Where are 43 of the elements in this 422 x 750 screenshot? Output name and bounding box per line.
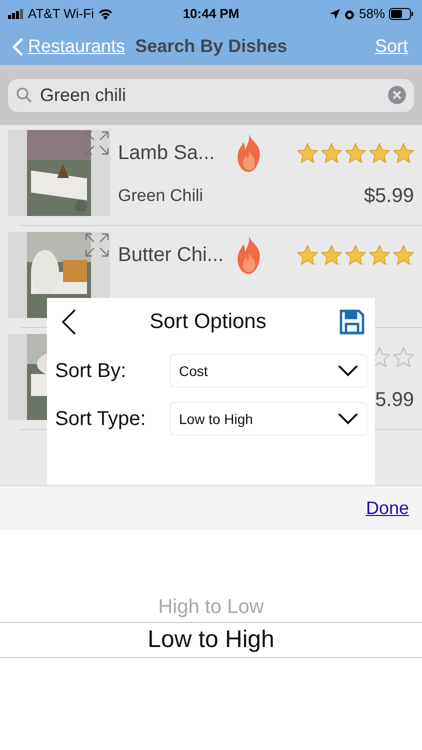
star-icon xyxy=(345,143,366,163)
back-chevron-icon xyxy=(12,36,24,56)
search-text: Green chili xyxy=(40,84,126,106)
location-icon xyxy=(330,9,340,19)
star-icon xyxy=(321,245,342,265)
picker-option[interactable]: Low to High xyxy=(0,622,422,658)
dish-name: Lamb Sa... xyxy=(118,141,216,166)
expand-icon[interactable] xyxy=(84,130,110,156)
back-chevron-icon[interactable] xyxy=(61,308,77,336)
star-icon xyxy=(345,245,366,265)
signal-icon xyxy=(8,9,24,19)
clock-text: 10:44 PM xyxy=(182,5,240,24)
dropdown-select[interactable]: Low to High xyxy=(170,402,367,436)
dialog-title: Sort Options xyxy=(150,309,266,336)
field-label: Sort By: xyxy=(55,359,128,384)
dish-name: Butter Chi... xyxy=(118,243,225,268)
carrier-text: AT&T Wi-Fi xyxy=(28,5,94,24)
screen-title: Search By Dishes xyxy=(135,35,288,58)
alarm-icon xyxy=(344,8,355,20)
done-link[interactable]: Done xyxy=(366,494,409,522)
star-icon xyxy=(369,245,390,265)
dropdown-select[interactable]: Cost xyxy=(170,354,367,388)
empty-star-icon xyxy=(393,347,414,367)
wifi-icon xyxy=(98,8,113,20)
dish-price: $5.99 xyxy=(364,184,414,209)
restaurant-name: Green Chili xyxy=(118,185,204,208)
search-icon xyxy=(16,87,32,103)
star-icon xyxy=(321,143,342,163)
search-field[interactable]: Green chili xyxy=(8,78,414,112)
star-icon xyxy=(297,245,318,265)
chevron-down-icon xyxy=(338,413,358,425)
star-icon xyxy=(393,143,414,163)
clear-icon[interactable] xyxy=(388,86,406,104)
battery-icon xyxy=(389,8,414,20)
star-icon xyxy=(297,143,318,163)
dish-price: 5.99 xyxy=(375,388,414,413)
chevron-down-icon xyxy=(338,365,358,377)
expand-icon[interactable] xyxy=(84,232,110,258)
star-icon xyxy=(393,245,414,265)
save-icon[interactable] xyxy=(338,309,365,335)
field-label: Sort Type: xyxy=(55,407,147,432)
battery-percent: 58% xyxy=(358,5,385,24)
star-icon xyxy=(369,143,390,163)
